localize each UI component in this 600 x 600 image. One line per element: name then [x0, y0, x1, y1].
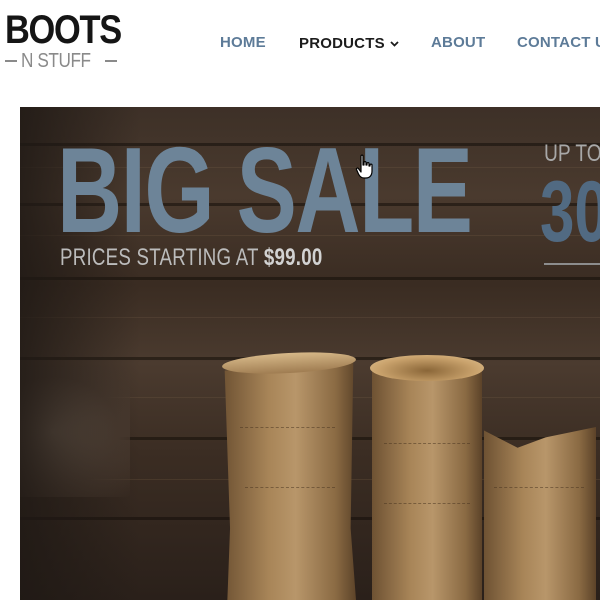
- boot-opening: [370, 355, 484, 381]
- boot-image: [220, 347, 360, 600]
- hero-subtitle-prefix: PRICES STARTING AT: [60, 244, 264, 271]
- boot-image: [480, 417, 600, 600]
- hero-title: BIG SALE: [57, 122, 473, 258]
- nav-item-about[interactable]: ABOUT: [431, 33, 485, 53]
- hero-price: $99.00: [263, 244, 323, 271]
- boot-shaft: [224, 361, 356, 600]
- nav-item-label: CONTACT U: [517, 34, 600, 51]
- hand-cursor-icon: [355, 154, 375, 180]
- hero-banner[interactable]: BIG SALE PRICES STARTING AT $99.00 UP TO…: [20, 107, 600, 600]
- boot-image: [368, 353, 486, 600]
- brand-name: BOOTS: [5, 8, 122, 52]
- brand-tagline: N STUFF: [21, 50, 91, 72]
- boot-stitch: [494, 487, 584, 488]
- boot-stitch: [240, 427, 335, 428]
- site-header: BOOTS N STUFF HOME PRODUCTS ABOUT CONTAC…: [0, 0, 600, 90]
- nav-item-label: ABOUT: [431, 34, 486, 51]
- promo-value: 30: [540, 164, 600, 260]
- nav-item-home[interactable]: HOME: [220, 33, 266, 53]
- boot-shaft: [484, 427, 596, 600]
- nav-item-label: HOME: [220, 34, 266, 51]
- hero-subtitle: PRICES STARTING AT $99.00: [60, 245, 322, 271]
- boot-stitch: [245, 487, 335, 488]
- nav-item-contact[interactable]: CONTACT U: [517, 33, 600, 53]
- nav-item-products[interactable]: PRODUCTS: [299, 33, 399, 54]
- boot-shaft: [372, 365, 482, 600]
- boot-stitch: [384, 443, 470, 444]
- tagline-dash-right: [105, 60, 117, 62]
- boot-stitch: [384, 503, 470, 504]
- chevron-down-icon: [390, 33, 399, 53]
- nav-item-label: PRODUCTS: [299, 35, 385, 52]
- brand-tagline-row: N STUFF: [5, 50, 117, 72]
- promo-divider: [544, 263, 600, 265]
- brand-logo[interactable]: BOOTS N STUFF: [5, 8, 122, 72]
- tagline-dash-left: [5, 60, 17, 62]
